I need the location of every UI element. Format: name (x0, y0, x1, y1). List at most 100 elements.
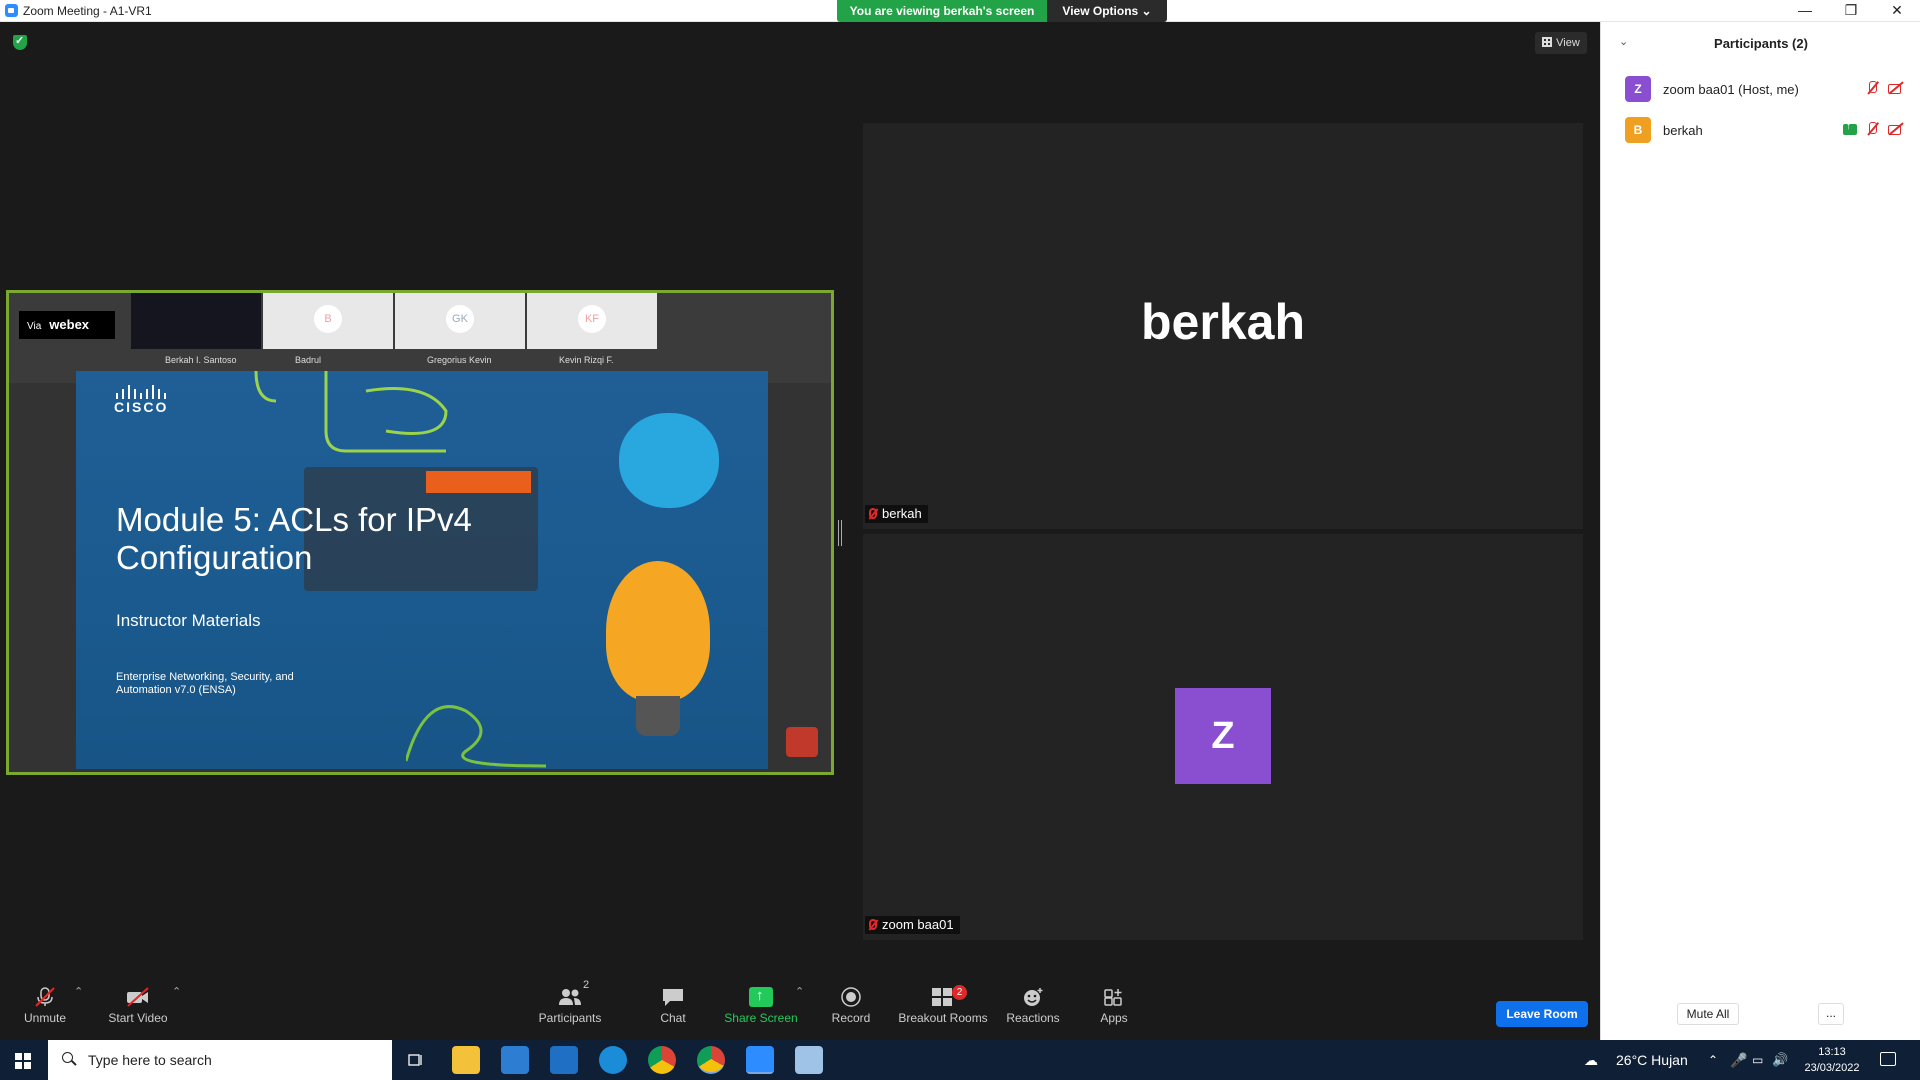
mic-muted-icon (1865, 80, 1881, 96)
clock-date: 23/03/2022 (1804, 1062, 1860, 1074)
notification-center-icon[interactable] (1880, 1052, 1896, 1066)
share-options-caret[interactable]: ⌃ (795, 985, 804, 998)
participant-name: zoom baa01 (Host, me) (1663, 82, 1799, 97)
video-tile-zoom-baa01[interactable]: Z zoom baa01 (863, 534, 1583, 940)
unmute-label: Unmute (23, 1011, 67, 1025)
grid-icon (1542, 37, 1553, 47)
webex-via: Via (27, 321, 42, 332)
tile-label-text: zoom baa01 (882, 917, 954, 932)
participant-name: berkah (1663, 123, 1703, 138)
task-view-icon[interactable] (408, 1052, 424, 1068)
audio-options-caret[interactable]: ⌃ (74, 985, 83, 998)
tray-overflow-icon[interactable]: ⌃ (1708, 1040, 1718, 1080)
volume-icon[interactable]: 🔊 (1772, 1040, 1788, 1080)
participants-label: Participants (538, 1011, 602, 1025)
avatar: Z (1175, 688, 1271, 784)
avatar: B (1625, 117, 1651, 143)
taskbar-clock[interactable]: 13:13 23/03/2022 (1792, 1044, 1872, 1076)
mute-all-button[interactable]: Mute All (1677, 1003, 1739, 1025)
clock-time: 13:13 (1818, 1046, 1846, 1058)
network-icon[interactable]: ▭ (1752, 1040, 1763, 1080)
teamviewer-icon[interactable] (599, 1046, 627, 1074)
notepad-icon[interactable] (795, 1046, 823, 1074)
mic-muted-icon (869, 508, 877, 519)
microsoft-store-icon[interactable] (501, 1046, 529, 1074)
start-video-button[interactable]: Start Video (100, 977, 176, 1040)
security-shield-icon[interactable] (13, 34, 27, 50)
meeting-area: View Via webex B GK KF Berkah I. Santoso … (0, 22, 1600, 1040)
shared-screen[interactable]: Via webex B GK KF Berkah I. Santoso Badru… (6, 290, 834, 775)
chat-label: Chat (660, 1011, 686, 1025)
microphone-icon[interactable]: 🎤 (1730, 1040, 1747, 1080)
tile-name-label: berkah (865, 505, 928, 523)
windows-taskbar: Type here to search ☁ 26°C Hujan ⌃ 🎤 ▭ 🔊… (0, 1040, 1920, 1080)
weather-icon[interactable]: ☁ (1584, 1040, 1604, 1080)
webex-header-bar: Via webex B GK KF Berkah I. Santoso Badru… (9, 293, 831, 383)
reactions-icon (1024, 988, 1043, 1006)
participants-count: 2 (583, 979, 590, 991)
zoom-icon[interactable] (746, 1046, 774, 1074)
chrome-profile-icon[interactable] (697, 1046, 725, 1074)
slide-title: Module 5: ACLs for IPv4 Configuration (116, 501, 472, 576)
participants-icon (559, 989, 581, 1005)
weather-text[interactable]: 26°C Hujan (1616, 1040, 1688, 1080)
tile-display-name: berkah (1141, 294, 1305, 350)
apps-label: Apps (1100, 1011, 1128, 1025)
reactions-button[interactable]: Reactions (1002, 977, 1064, 1040)
webex-thumbnail: GK (395, 293, 525, 349)
maximize-button[interactable]: ❐ (1828, 0, 1874, 22)
participants-panel: ⌄ Participants (2) Z zoom baa01 (Host, m… (1600, 22, 1920, 1040)
search-placeholder: Type here to search (88, 1052, 212, 1068)
participant-row[interactable]: B berkah (1625, 115, 1905, 145)
close-button[interactable]: ✕ (1874, 0, 1920, 22)
windows-start-icon[interactable] (15, 1053, 31, 1069)
brain-icon (619, 413, 719, 508)
chat-icon (663, 989, 683, 1006)
record-button[interactable]: Record (826, 977, 876, 1040)
thumbnail-label: Badrul (295, 355, 322, 365)
participants-panel-title: Participants (2) (1714, 36, 1808, 51)
webex-thumbnail: KF (527, 293, 657, 349)
video-tile-berkah[interactable]: berkah berkah (863, 123, 1583, 529)
chrome-icon[interactable] (648, 1046, 676, 1074)
decorative-lines-icon (254, 371, 448, 453)
reactions-label: Reactions (1006, 1011, 1060, 1025)
apps-button[interactable]: Apps (1094, 977, 1134, 1040)
cisco-logo-icon (116, 385, 166, 399)
thumbnail-initials: KF (578, 305, 606, 333)
leave-room-button[interactable]: Leave Room (1496, 1001, 1588, 1027)
participants-button[interactable]: 2 Participants (530, 977, 610, 1040)
minimize-button[interactable]: — (1782, 0, 1828, 22)
file-explorer-icon[interactable] (452, 1046, 480, 1074)
view-options-button[interactable]: View Options ⌄ (1047, 0, 1167, 22)
breakout-rooms-label: Breakout Rooms (898, 1011, 988, 1025)
tile-name-label: zoom baa01 (865, 916, 960, 934)
video-options-caret[interactable]: ⌃ (172, 985, 181, 998)
split-resize-handle[interactable] (838, 520, 842, 546)
slide-subtitle: Instructor Materials (116, 611, 261, 630)
participant-row[interactable]: Z zoom baa01 (Host, me) (1625, 74, 1905, 104)
decorative-curve-icon (406, 705, 546, 768)
apps-icon (1104, 989, 1122, 1006)
view-layout-button[interactable]: View (1535, 32, 1587, 54)
video-off-icon (127, 987, 149, 1007)
avatar: Z (1625, 76, 1651, 102)
mail-icon[interactable] (550, 1046, 578, 1074)
more-options-button[interactable]: ... (1818, 1003, 1844, 1025)
sharing-screen-icon (1843, 121, 1857, 135)
unmute-button[interactable]: Unmute (10, 977, 80, 1040)
video-off-icon (1887, 80, 1905, 96)
mic-muted-icon (1865, 121, 1881, 137)
webex-brand: webex (49, 317, 90, 332)
breakout-count-badge: 2 (952, 985, 967, 1000)
mic-muted-icon (35, 987, 55, 1007)
webex-thumbnail (131, 293, 261, 349)
video-off-icon (1887, 121, 1905, 137)
share-screen-button[interactable]: Share Screen (722, 977, 800, 1040)
window-title: Zoom Meeting - A1-VR1 (23, 4, 152, 18)
lightbulb-base-icon (636, 696, 680, 736)
webex-logo: Via webex (19, 311, 115, 339)
taskbar-search-input[interactable]: Type here to search (48, 1040, 392, 1080)
breakout-rooms-button[interactable]: 2 Breakout Rooms (896, 977, 990, 1040)
chat-button[interactable]: Chat (650, 977, 696, 1040)
